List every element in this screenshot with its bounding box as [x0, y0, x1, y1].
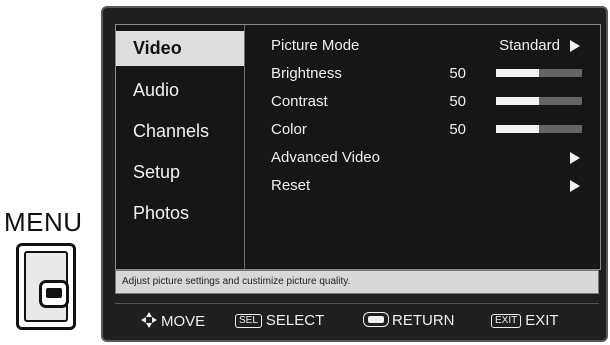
contrast-slider[interactable] [496, 97, 582, 105]
select-hint[interactable]: SEL SELECT [235, 312, 324, 330]
tab-photos[interactable]: Photos [116, 193, 244, 234]
exit-key-icon: EXIT [491, 314, 522, 328]
exit-label: EXIT [525, 312, 559, 329]
advanced-video-row[interactable]: Advanced Video [271, 146, 584, 170]
brightness-slider-fill [496, 69, 539, 77]
move-hint[interactable]: MOVE [141, 312, 205, 330]
right-arrow-icon [570, 40, 580, 52]
brightness-value: 50 [449, 65, 466, 82]
exit-hint[interactable]: EXIT EXIT [491, 312, 559, 330]
tv-osd-screen: Video Audio Channels Setup Photos Pictur… [101, 6, 608, 342]
footer-button-bar: MOVE SEL SELECT RETURN EXIT EXIT [115, 303, 599, 334]
sel-key-icon: SEL [235, 314, 262, 328]
return-hint[interactable]: RETURN [363, 312, 455, 330]
contrast-row[interactable]: Contrast 50 [271, 90, 584, 114]
tab-audio[interactable]: Audio [116, 70, 244, 111]
picture-mode-label: Picture Mode [271, 37, 360, 54]
menu-key-face [24, 251, 69, 322]
return-label: RETURN [392, 312, 455, 329]
menu-remote-button[interactable] [16, 243, 76, 330]
video-settings-list: Picture Mode Standard Brightness 50 Cont… [244, 25, 600, 269]
menu-key-label: MENU [4, 207, 83, 237]
return-key-icon [363, 312, 389, 327]
brightness-label: Brightness [271, 65, 342, 82]
right-arrow-icon [570, 152, 580, 164]
picture-mode-row[interactable]: Picture Mode Standard [271, 34, 584, 58]
contrast-value: 50 [449, 93, 466, 110]
contrast-label: Contrast [271, 93, 328, 110]
color-label: Color [271, 121, 307, 138]
contrast-slider-fill [496, 97, 539, 105]
color-row[interactable]: Color 50 [271, 118, 584, 142]
category-tabs: Video Audio Channels Setup Photos [116, 25, 244, 269]
tab-video[interactable]: Video [116, 31, 244, 66]
right-arrow-icon [570, 180, 580, 192]
color-slider[interactable] [496, 125, 582, 133]
color-slider-fill [496, 125, 539, 133]
advanced-video-label: Advanced Video [271, 149, 380, 166]
color-value: 50 [449, 121, 466, 138]
picture-mode-value: Standard [499, 37, 560, 54]
help-bar: Adjust picture settings and custimize pi… [115, 270, 599, 294]
menu-key-icon [39, 280, 69, 308]
dpad-icon [141, 312, 157, 328]
menu-panel: Video Audio Channels Setup Photos Pictur… [115, 24, 601, 270]
reset-row[interactable]: Reset [271, 174, 584, 198]
reset-label: Reset [271, 177, 311, 194]
tab-setup[interactable]: Setup [116, 152, 244, 193]
brightness-slider[interactable] [496, 69, 582, 77]
brightness-row[interactable]: Brightness 50 [271, 62, 584, 86]
tab-channels[interactable]: Channels [116, 111, 244, 152]
move-label: MOVE [161, 313, 206, 330]
select-label: SELECT [265, 312, 325, 329]
